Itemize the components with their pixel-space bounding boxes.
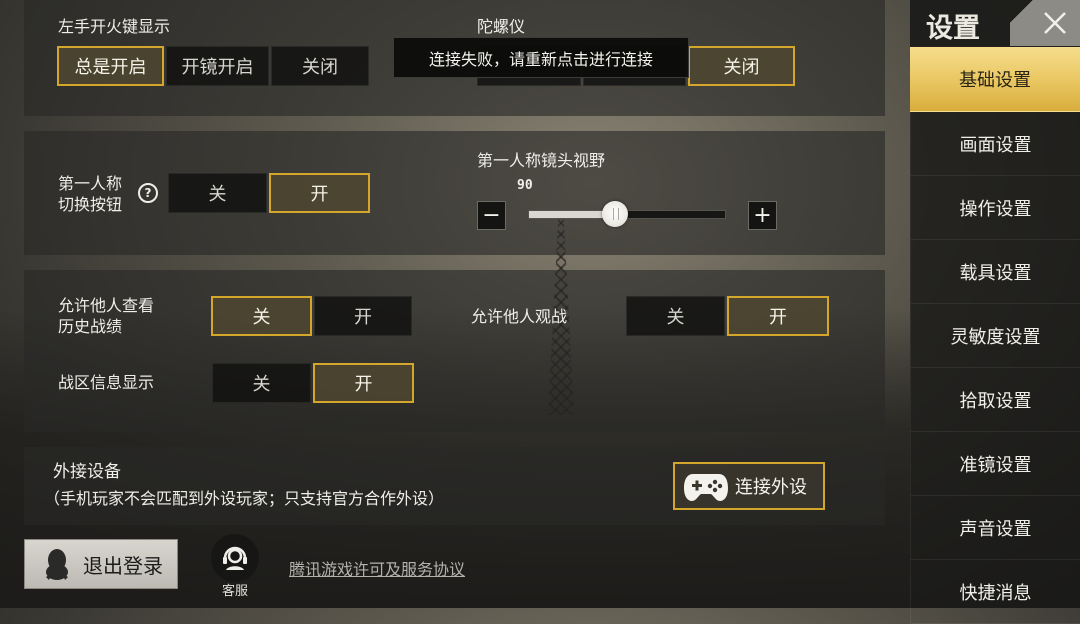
- customer-service-circle: [211, 534, 259, 582]
- nav-scope-settings[interactable]: 准镜设置: [910, 432, 1080, 496]
- history-selector: 关 开: [211, 296, 412, 336]
- connect-device-label: 连接外设: [735, 477, 807, 498]
- left-fire-label: 左手开火键显示: [58, 17, 171, 36]
- zone-info-option-off[interactable]: 关: [212, 363, 311, 403]
- fp-switch-option-off[interactable]: 关: [168, 173, 267, 213]
- zone-info-label: 战区信息显示: [58, 373, 155, 392]
- nav-basic-settings[interactable]: 基础设置: [910, 47, 1080, 112]
- fov-increase-button[interactable]: +: [748, 201, 777, 230]
- customer-service-label: 客服: [221, 584, 248, 599]
- spectate-selector: 关 开: [626, 296, 829, 336]
- fov-label: 第一人称镜头视野: [477, 151, 606, 170]
- history-label-line2: 历史战绩: [58, 317, 123, 336]
- gamepad-icon: [684, 474, 728, 501]
- nav-controls-settings[interactable]: 操作设置: [910, 176, 1080, 240]
- gyro-option-off[interactable]: 关闭: [688, 46, 795, 86]
- nav-graphics-settings[interactable]: 画面设置: [910, 112, 1080, 176]
- settings-sidebar: 设置 基础设置 画面设置 操作设置 载具设置 灵敏度设置 拾取设置 准镜设置 声…: [910, 0, 1080, 624]
- zone-info-option-on[interactable]: 开: [313, 363, 414, 403]
- nav-vehicle-settings[interactable]: 载具设置: [910, 240, 1080, 304]
- fov-decrease-button[interactable]: −: [477, 201, 506, 230]
- zone-info-selector: 关 开: [212, 363, 414, 403]
- customer-service-button[interactable]: 客服: [207, 534, 263, 600]
- logout-button[interactable]: 退出登录: [24, 539, 178, 589]
- close-icon: [1044, 12, 1066, 34]
- history-option-off[interactable]: 关: [211, 296, 312, 336]
- left-fire-option-always[interactable]: 总是开启: [57, 46, 164, 86]
- close-button[interactable]: [1010, 0, 1080, 46]
- fp-switch-option-on[interactable]: 开: [269, 173, 370, 213]
- left-fire-option-scope[interactable]: 开镜开启: [166, 46, 269, 86]
- headset-icon: [223, 546, 247, 570]
- left-fire-option-off[interactable]: 关闭: [271, 46, 369, 86]
- fov-slider-thumb[interactable]: [602, 201, 629, 227]
- fp-switch-label-line2: 切换按钮: [58, 195, 123, 214]
- history-label-line1: 允许他人查看: [58, 296, 155, 315]
- nav-sensitivity-settings[interactable]: 灵敏度设置: [910, 304, 1080, 368]
- nav-quick-messages[interactable]: 快捷消息: [910, 560, 1080, 624]
- settings-nav: 基础设置 画面设置 操作设置 载具设置 灵敏度设置 拾取设置 准镜设置 声音设置…: [910, 47, 1080, 624]
- spectate-option-off[interactable]: 关: [626, 296, 725, 336]
- logout-label: 退出登录: [83, 553, 163, 578]
- sidebar-header: 设置: [910, 0, 1080, 46]
- spectate-option-on[interactable]: 开: [727, 296, 829, 336]
- fp-switch-selector: 关 开: [168, 173, 370, 213]
- settings-title: 设置: [926, 13, 980, 44]
- license-agreement-link[interactable]: 腾讯游戏许可及服务协议: [289, 556, 465, 580]
- fov-value: 90: [517, 178, 533, 193]
- connect-device-button[interactable]: 连接外设: [673, 462, 825, 510]
- qq-penguin-icon: [46, 549, 68, 580]
- help-icon[interactable]: ?: [138, 183, 158, 203]
- device-title: 外接设备: [53, 462, 121, 482]
- nav-sound-settings[interactable]: 声音设置: [910, 496, 1080, 560]
- device-note: （手机玩家不会匹配到外设玩家；只支持官方合作外设）: [44, 489, 445, 508]
- gyro-label: 陀螺仪: [477, 17, 526, 36]
- fp-switch-label-line1: 第一人称: [58, 174, 123, 193]
- history-option-on[interactable]: 开: [314, 296, 412, 336]
- connection-failed-toast: 连接失败，请重新点击进行连接: [393, 37, 689, 78]
- nav-pickup-settings[interactable]: 拾取设置: [910, 368, 1080, 432]
- left-fire-selector: 总是开启 开镜开启 关闭: [57, 46, 369, 86]
- spectate-label: 允许他人观战: [471, 307, 568, 326]
